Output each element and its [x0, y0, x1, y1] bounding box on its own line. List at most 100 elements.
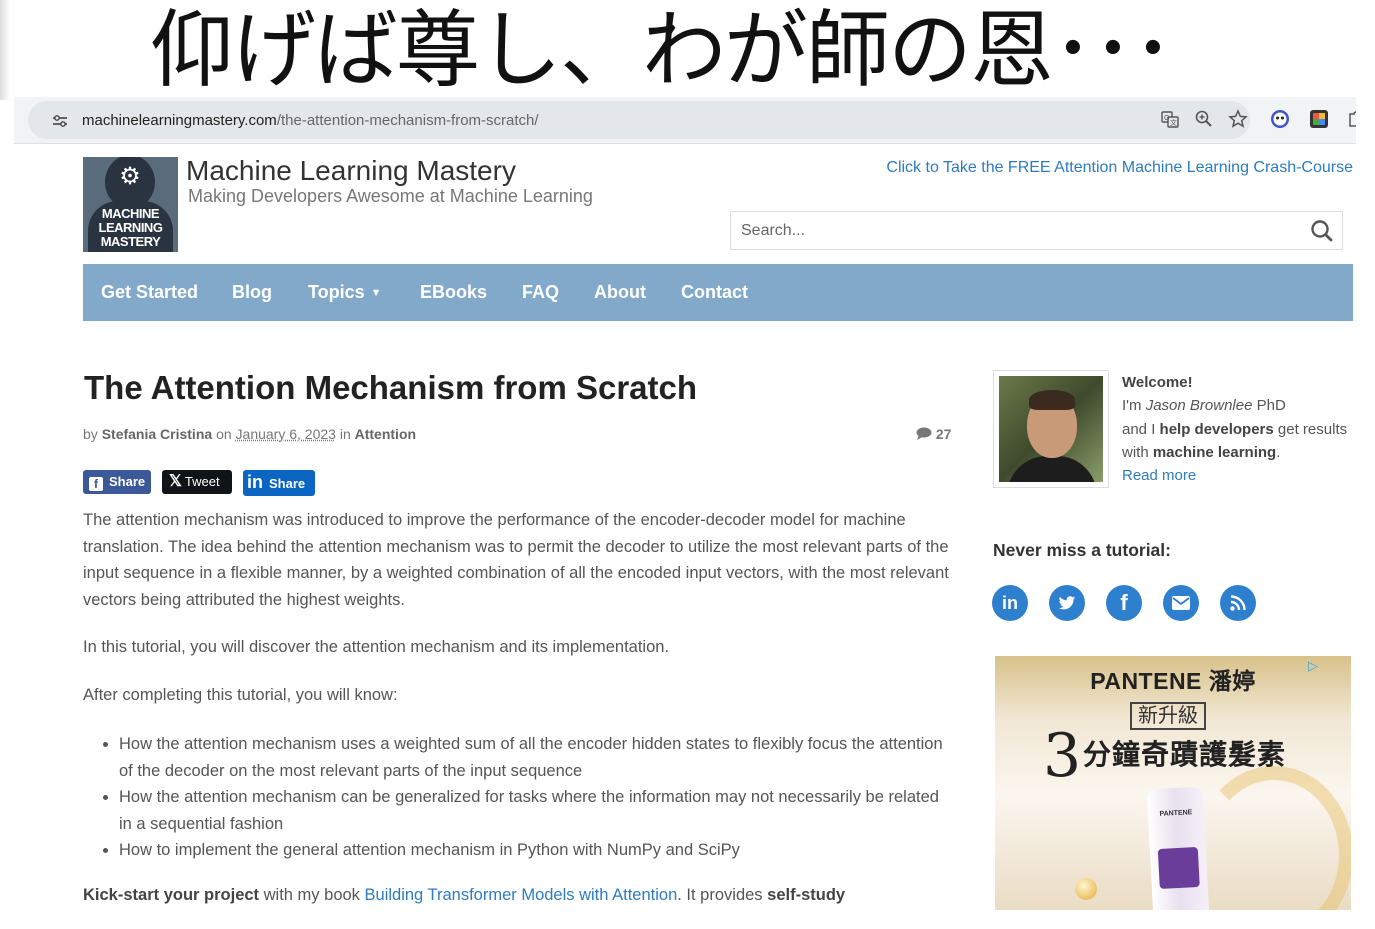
url-domain: machinelearningmastery.com [82, 112, 277, 129]
article-paragraph: After completing this tutorial, you will… [83, 686, 398, 704]
logo-text-line: LEARNING [98, 220, 163, 235]
email-icon[interactable] [1163, 585, 1199, 621]
ad-brand: PANTENE 潘婷 [1090, 668, 1256, 694]
facebook-share-label: Share [109, 474, 146, 489]
nav-item-contact[interactable]: Contact [681, 264, 748, 321]
browser-toolbar: machinelearningmastery.com/the-attention… [14, 97, 1356, 144]
search-box [730, 211, 1343, 250]
welcome-text: PhD [1252, 397, 1286, 415]
cta-bold: Kick-start your project [83, 886, 260, 904]
learning-outcomes-list: How the attention mechanism uses a weigh… [83, 731, 953, 864]
ad-hair-swirl [1195, 766, 1351, 910]
cta-bold: self-study [767, 886, 846, 904]
nav-item-get-started[interactable]: Get Started [101, 264, 198, 321]
zoom-icon[interactable] [1192, 109, 1216, 133]
ad-tube-brand: PANTENE [1159, 809, 1193, 818]
article-title: The Attention Mechanism from Scratch [84, 369, 698, 406]
logo-text-line: MASTERY [100, 234, 161, 249]
list-item: How the attention mechanism uses a weigh… [119, 731, 953, 784]
never-miss-heading: Never miss a tutorial: [993, 540, 1171, 560]
nav-item-ebooks[interactable]: EBooks [420, 264, 487, 321]
ad-product-tube: PANTENE [1146, 786, 1210, 910]
welcome-name: Jason Brownlee [1145, 397, 1253, 415]
site-info-icon[interactable] [50, 111, 70, 131]
ad-headline: 分鐘奇蹟護髮素 [1083, 739, 1287, 770]
welcome-text: and I [1122, 420, 1160, 438]
search-input[interactable] [741, 220, 1301, 242]
rss-icon[interactable] [1220, 585, 1256, 621]
search-icon[interactable] [1309, 218, 1335, 244]
welcome-text: . [1276, 443, 1281, 461]
welcome-blurb: Welcome! I'm Jason Brownlee PhD and I he… [1122, 371, 1352, 487]
crash-course-link[interactable]: Click to Take the FREE Attention Machine… [880, 158, 1353, 178]
category-link[interactable]: Attention [355, 426, 416, 442]
byline-on: on [216, 426, 232, 442]
article-paragraph: In this tutorial, you will discover the … [83, 638, 670, 656]
comment-count-value: 27 [935, 426, 952, 442]
facebook-icon[interactable]: f [1106, 585, 1142, 621]
nav-item-about[interactable]: About [594, 264, 646, 321]
cta-text: . It provides [677, 886, 768, 904]
comment-count[interactable]: 27 [916, 425, 951, 443]
linkedin-share-label: Share [269, 476, 306, 491]
nav-item-topics[interactable]: Topics ▼ [308, 264, 382, 321]
left-edge-shadow [0, 0, 10, 100]
facebook-share-button[interactable]: f Share [83, 470, 151, 494]
welcome-bold: machine learning [1152, 443, 1277, 461]
list-item: How the attention mechanism can be gener… [119, 784, 953, 837]
ad-oil-drop [1075, 878, 1097, 900]
author-photo-frame [993, 370, 1109, 488]
pantene-ad[interactable]: PANTENE 潘婷 ▷ 新升級 3 分鐘奇蹟護髮素 PANTENE [995, 656, 1351, 910]
translate-icon[interactable]: G文 [1158, 109, 1182, 133]
post-date: January 6, 2023 [235, 426, 336, 442]
site-name[interactable]: Machine Learning Mastery [186, 154, 516, 188]
byline-by: by [83, 426, 98, 442]
author-photo-shirt [1007, 456, 1097, 482]
list-item: How to implement the general attention m… [119, 837, 953, 864]
linkedin-icon[interactable]: in [992, 585, 1028, 621]
caret-down-icon: ▼ [370, 287, 382, 299]
svg-text:G: G [1164, 115, 1169, 122]
x-tweet-label: Tweet [184, 474, 220, 489]
linkedin-icon: in [247, 472, 263, 492]
x-logo-icon: 𝕏 [169, 473, 182, 490]
extensions-puzzle-icon[interactable] [1346, 108, 1356, 132]
book-link[interactable]: Building Transformer Models with Attenti… [365, 886, 678, 904]
adchoices-icon[interactable]: ▷ [1305, 658, 1321, 674]
logo-text: MACHINE LEARNING MASTERY [83, 207, 178, 249]
slide-title: 仰げば尊し、わが師の恩･･･ [150, 1, 1174, 99]
nav-item-faq[interactable]: FAQ [522, 264, 559, 321]
ad-digit: 3 [1043, 721, 1082, 791]
article-byline: by Stefania Cristina on January 6, 2023 … [83, 425, 416, 443]
ad-subtitle: 新升級 [1130, 702, 1206, 730]
gear-icon: ⚙ [119, 163, 141, 190]
bookmark-star-icon[interactable] [1226, 109, 1250, 133]
svg-text:文: 文 [1170, 118, 1177, 127]
url-path: /the-attention-mechanism-from-scratch/ [276, 112, 539, 129]
author-photo [999, 376, 1103, 482]
book-cta-paragraph: Kick-start your project with my book Bui… [83, 882, 963, 908]
cta-text: with my book [259, 886, 365, 904]
linkedin-share-button[interactable]: in Share [243, 470, 315, 496]
site-logo[interactable]: ⚙ MACHINE LEARNING MASTERY [83, 157, 178, 252]
article-paragraph: The attention mechanism was introduced t… [83, 511, 949, 609]
author-link[interactable]: Stefania Cristina [102, 426, 212, 442]
url-text[interactable]: machinelearningmastery.com/the-attention… [82, 111, 539, 131]
nav-item-blog[interactable]: Blog [232, 264, 272, 321]
twitter-icon[interactable] [1049, 585, 1085, 621]
author-photo-hair [1029, 390, 1075, 410]
read-more-link[interactable]: Read more [1122, 467, 1196, 484]
logo-text-line: MACHINE [101, 206, 160, 221]
address-bar[interactable]: machinelearningmastery.com/the-attention… [28, 101, 1250, 139]
welcome-title: Welcome! [1122, 374, 1193, 391]
extension-icon[interactable] [1307, 108, 1331, 132]
byline-in: in [339, 426, 351, 442]
facebook-icon: f [89, 477, 103, 491]
extension-icon[interactable] [1268, 108, 1292, 132]
nav-item-topics-label: Topics [308, 282, 365, 302]
x-tweet-button[interactable]: 𝕏 Tweet [162, 470, 232, 494]
welcome-bold: help developers [1159, 420, 1274, 438]
welcome-text: I'm [1122, 397, 1146, 415]
site-tagline: Making Developers Awesome at Machine Lea… [188, 186, 593, 206]
main-nav: Get Started Blog Topics ▼ EBooks FAQ Abou… [83, 264, 1353, 321]
